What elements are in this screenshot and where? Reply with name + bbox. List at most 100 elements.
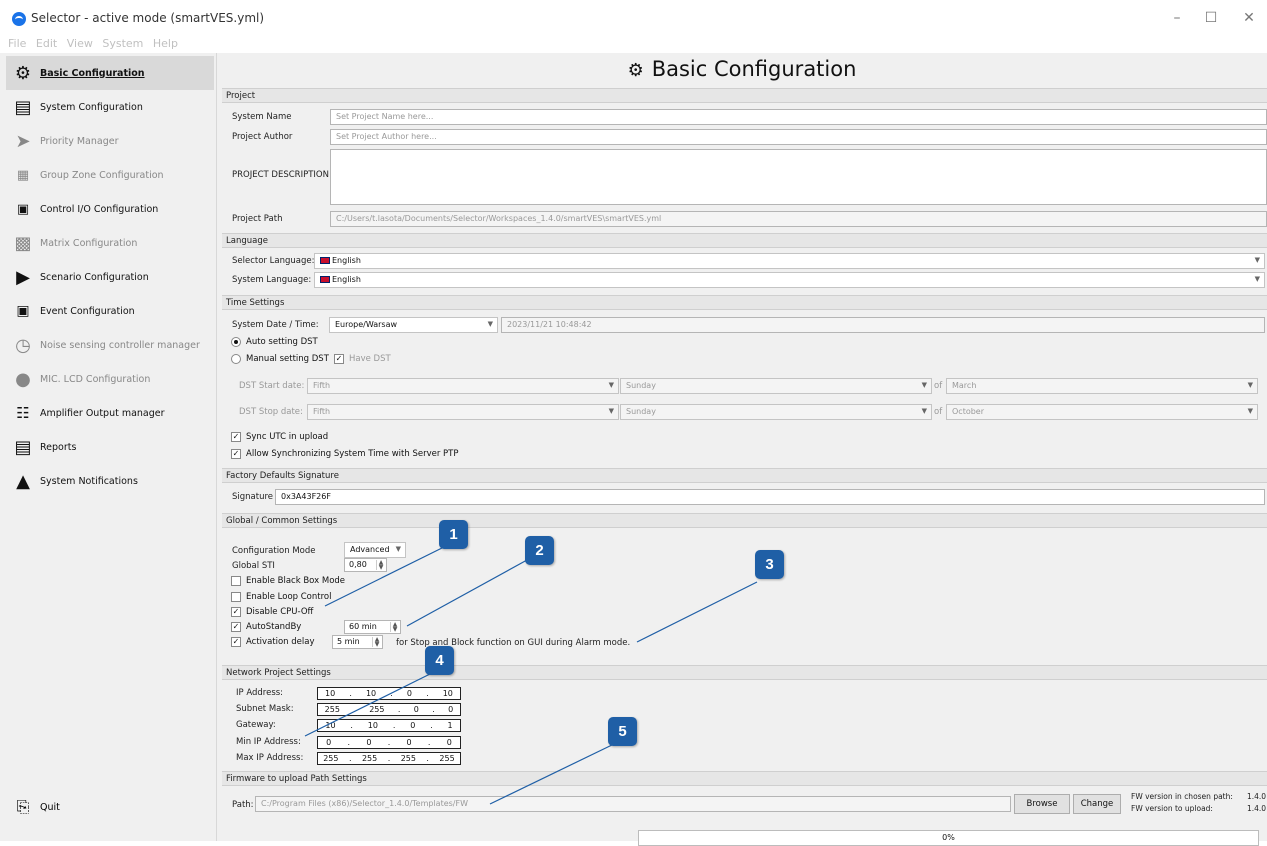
sidebar-item-label: Control I/O Configuration — [40, 203, 159, 215]
browse-button[interactable]: Browse — [1014, 794, 1070, 814]
max-ip-label: Max IP Address: — [236, 753, 304, 763]
system-language-select[interactable]: English ▼ — [314, 272, 1265, 288]
dst-start-label: DST Start date: — [239, 381, 305, 391]
black-box-checkbox[interactable]: Enable Black Box Mode — [231, 576, 345, 586]
event-icon: ▣ — [16, 303, 30, 319]
server-icon: ▤ — [14, 96, 32, 118]
signature-field[interactable]: 0x3A43F26F — [275, 489, 1265, 505]
firmware-path-field: C:/Program Files (x86)/Selector_1.4.0/Te… — [255, 796, 1011, 812]
dst-start-of-label: of — [934, 381, 943, 391]
max-ip-input[interactable]: 255. 255. 255. 255 — [317, 752, 461, 765]
sidebar-item-event-configuration[interactable]: ▣ Event Configuration — [6, 294, 214, 328]
loop-control-checkbox[interactable]: Enable Loop Control — [231, 592, 331, 602]
spin-arrows-icon: ▲ ▼ — [372, 637, 381, 648]
sidebar-item-label: Group Zone Configuration — [40, 169, 164, 181]
change-button[interactable]: Change — [1073, 794, 1121, 814]
maximize-icon[interactable]: ☐ — [1200, 8, 1222, 28]
autostandby-checkbox[interactable]: ✓ AutoStandBy — [231, 622, 301, 632]
dst-start-month-select[interactable]: March ▼ — [946, 378, 1258, 394]
sidebar: ⚙ Basic Configuration ▤ System Configura… — [0, 53, 217, 841]
fw-upload-value: 1.4.0 — [1247, 804, 1267, 813]
sidebar-item-label: MIC. LCD Configuration — [40, 373, 151, 385]
disable-cpu-off-checkbox[interactable]: ✓ Disable CPU-Off — [231, 607, 313, 617]
page-title: ⚙ Basic Configuration — [217, 53, 1267, 87]
dst-stop-month-select[interactable]: October ▼ — [946, 404, 1258, 420]
gear-icon: ⚙ — [14, 62, 32, 84]
sidebar-item-priority-manager[interactable]: ➤ Priority Manager — [6, 124, 214, 158]
sidebar-item-reports[interactable]: ▤ Reports — [6, 430, 214, 464]
global-sti-label: Global STI — [232, 561, 275, 571]
close-icon[interactable]: ✕ — [1238, 8, 1260, 28]
sidebar-item-basic-configuration[interactable]: ⚙ Basic Configuration — [6, 56, 214, 90]
sidebar-item-matrix-configuration[interactable]: ▩ Matrix Configuration — [6, 226, 214, 260]
menu-edit[interactable]: Edit — [36, 37, 57, 50]
manual-dst-radio[interactable]: Manual setting DST — [231, 354, 329, 364]
callout-badge-2: 2 — [525, 536, 554, 565]
quit-button[interactable]: ⎘ Quit — [6, 790, 206, 824]
fw-upload-label: FW version to upload: — [1131, 804, 1213, 813]
chevron-down-icon: ▼ — [1247, 407, 1253, 415]
sidebar-item-system-configuration[interactable]: ▤ System Configuration — [6, 90, 214, 124]
auto-dst-radio[interactable]: Auto setting DST — [231, 337, 318, 347]
sidebar-item-control-io-configuration[interactable]: ▣ Control I/O Configuration — [6, 192, 214, 226]
exit-icon: ⎘ — [16, 797, 30, 816]
spin-arrows-icon: ▲ ▼ — [390, 622, 399, 633]
title-bar: Selector - active mode (smartVES.yml) – … — [0, 0, 1267, 37]
menu-file[interactable]: File — [8, 37, 26, 50]
allow-ptp-checkbox[interactable]: ✓ Allow Synchronizing System Time with Se… — [231, 449, 459, 459]
subnet-mask-input[interactable]: 255. 255. 0. 0 — [317, 703, 461, 716]
sidebar-item-amplifier-output-manager[interactable]: ☷ Amplifier Output manager — [6, 396, 214, 430]
dst-stop-week-select[interactable]: Fifth ▼ — [307, 404, 619, 420]
chevron-down-icon: ▼ — [921, 381, 927, 389]
noise-sensor-icon: ◷ — [15, 334, 31, 356]
sync-utc-checkbox[interactable]: ✓ Sync UTC in upload — [231, 432, 328, 442]
gateway-input[interactable]: 10. 10. 0. 1 — [317, 719, 461, 732]
sidebar-item-system-notifications[interactable]: ▲ System Notifications — [6, 464, 214, 498]
menu-system[interactable]: System — [102, 37, 143, 50]
zone-grid-icon: ▦ — [16, 167, 30, 183]
warning-icon: ▲ — [16, 470, 30, 492]
menu-view[interactable]: View — [67, 37, 93, 50]
callout-badge-5: 5 — [608, 717, 637, 746]
project-description-textarea[interactable] — [330, 149, 1267, 205]
timezone-select[interactable]: Europe/Warsaw ▼ — [329, 317, 498, 333]
sidebar-item-label: Matrix Configuration — [40, 237, 138, 249]
autostandby-spinbox[interactable]: 60 min ▲ ▼ — [344, 620, 401, 634]
sidebar-item-scenario-configuration[interactable]: ▶ Scenario Configuration — [6, 260, 214, 294]
activation-delay-checkbox[interactable]: ✓ Activation delay — [231, 637, 314, 647]
section-time-settings: Time Settings — [222, 295, 1267, 310]
project-path-field: C:/Users/t.lasota/Documents/Selector/Wor… — [330, 211, 1267, 227]
configuration-mode-select[interactable]: Advanced ▼ — [344, 542, 406, 558]
dst-start-week-select[interactable]: Fifth ▼ — [307, 378, 619, 394]
callout-badge-3: 3 — [755, 550, 784, 579]
global-sti-spinbox[interactable]: 0,80 ▲ ▼ — [344, 558, 387, 572]
upload-progress-bar: 0% — [638, 830, 1259, 846]
dst-stop-of-label: of — [934, 407, 943, 417]
callout-badge-4: 4 — [425, 646, 454, 675]
fw-chosen-label: FW version in chosen path: — [1131, 792, 1233, 801]
spin-arrows-icon: ▲ ▼ — [376, 560, 385, 571]
sidebar-item-mic-lcd-configuration[interactable]: ● MIC. LCD Configuration — [6, 362, 214, 396]
activation-delay-spinbox[interactable]: 5 min ▲ ▼ — [332, 635, 383, 649]
page-title-text: Basic Configuration — [651, 57, 857, 81]
selector-language-select[interactable]: English ▼ — [314, 253, 1265, 269]
system-name-label: System Name — [232, 112, 292, 122]
gear-icon: ⚙ — [627, 60, 644, 81]
dst-start-day-select[interactable]: Sunday ▼ — [620, 378, 932, 394]
system-name-input[interactable]: Set Project Name here... — [330, 109, 1267, 125]
sidebar-item-group-zone-configuration[interactable]: ▦ Group Zone Configuration — [6, 158, 214, 192]
ip-address-input[interactable]: 10. 10. 0. 10 — [317, 687, 461, 700]
min-ip-input[interactable]: 0.0.0.0 — [317, 736, 461, 749]
firmware-path-label: Path: — [232, 800, 254, 810]
dst-stop-day-select[interactable]: Sunday ▼ — [620, 404, 932, 420]
sidebar-item-noise-sensing[interactable]: ◷ Noise sensing controller manager — [6, 328, 214, 362]
control-io-icon: ▣ — [16, 201, 30, 217]
minimize-icon[interactable]: – — [1166, 8, 1188, 28]
section-language: Language — [222, 233, 1267, 248]
menu-help[interactable]: Help — [153, 37, 178, 50]
have-dst-checkbox[interactable]: ✓ Have DST — [334, 354, 391, 364]
project-author-input[interactable]: Set Project Author here... — [330, 129, 1267, 145]
min-ip-label: Min IP Address: — [236, 737, 301, 747]
project-description-label: PROJECT DESCRIPTION — [232, 170, 329, 180]
amplifier-icon: ☷ — [16, 404, 30, 422]
